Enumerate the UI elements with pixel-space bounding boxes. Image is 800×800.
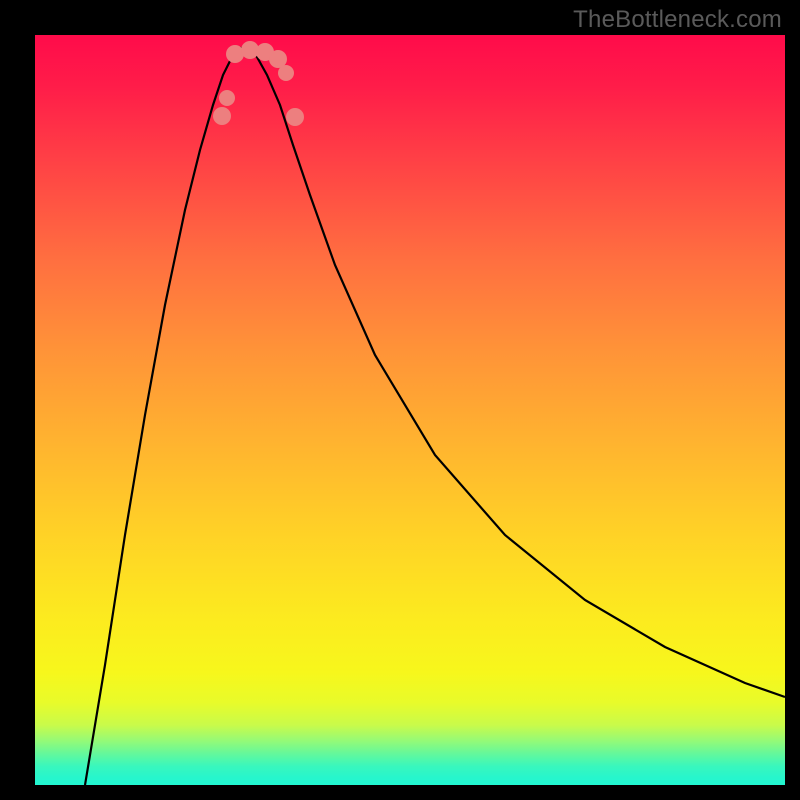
data-marker xyxy=(213,107,231,125)
data-marker xyxy=(286,108,304,126)
data-marker xyxy=(278,65,294,81)
plot-area xyxy=(35,35,785,785)
markers-group xyxy=(213,41,304,126)
curve-layer xyxy=(35,35,785,785)
watermark-label: TheBottleneck.com xyxy=(573,6,782,34)
bottleneck-curve-path xyxy=(85,48,785,785)
chart-frame: TheBottleneck.com xyxy=(0,0,800,800)
data-marker xyxy=(219,90,235,106)
